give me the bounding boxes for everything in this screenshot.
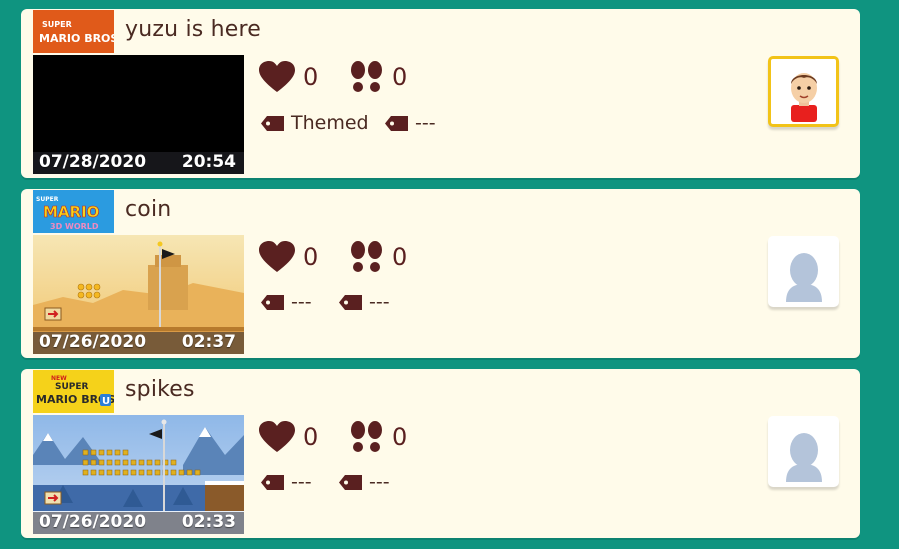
likes-count: 0	[303, 423, 319, 451]
likes-stat: 0	[259, 61, 318, 93]
game-style-logo-sm3dw: SUPER MARIO 3D WORLD	[33, 190, 114, 233]
tag-icon	[261, 115, 284, 131]
upload-time: 02:37	[181, 332, 236, 352]
course-tag-1: ---	[261, 471, 312, 493]
upload-date: 07/26/2020	[39, 512, 147, 532]
plays-stat: 0	[350, 241, 407, 273]
plays-count: 0	[392, 63, 408, 91]
course-title[interactable]: coin	[125, 197, 171, 222]
course-tag-2: ---	[339, 291, 390, 313]
course-thumbnail[interactable]: 07/26/2020 02:33	[33, 415, 244, 534]
maker-avatar[interactable]	[768, 416, 839, 487]
course-card[interactable]: NEW SUPER MARIO BROS. U spikes 07/26/202…	[21, 369, 860, 538]
tag-icon	[385, 115, 408, 131]
mii-avatar-icon	[790, 72, 817, 122]
upload-time: 02:33	[181, 512, 236, 532]
upload-date: 07/26/2020	[39, 332, 147, 352]
plays-stat: 0	[350, 61, 407, 93]
footprints-icon	[351, 241, 382, 272]
heart-icon	[259, 61, 295, 92]
heart-icon	[259, 241, 295, 272]
course-title[interactable]: spikes	[125, 377, 195, 402]
course-card[interactable]: SUPER MARIO BROS. yuzu is here 07/28/202…	[21, 9, 860, 178]
course-tag-2: ---	[339, 471, 390, 493]
svg-text:NEW: NEW	[51, 375, 67, 382]
tag-icon	[339, 474, 362, 490]
plays-count: 0	[392, 243, 408, 271]
svg-text:U: U	[102, 396, 110, 407]
course-tag-2: ---	[385, 112, 436, 134]
svg-text:SUPER: SUPER	[36, 196, 59, 203]
svg-text:MARIO BROS.: MARIO BROS.	[39, 32, 114, 45]
plays-stat: 0	[350, 421, 407, 453]
upload-date: 07/28/2020	[39, 152, 147, 172]
upload-time: 20:54	[181, 152, 236, 172]
footprints-icon	[351, 421, 382, 452]
likes-stat: 0	[259, 421, 318, 453]
svg-text:SUPER: SUPER	[55, 382, 89, 392]
tag-icon	[261, 474, 284, 490]
course-thumbnail[interactable]: 07/26/2020 02:37	[33, 235, 244, 354]
likes-count: 0	[303, 63, 319, 91]
placeholder-avatar-icon	[785, 252, 822, 302]
game-style-logo-nsmbu: NEW SUPER MARIO BROS. U	[33, 370, 114, 413]
heart-icon	[259, 421, 295, 452]
likes-stat: 0	[259, 241, 318, 273]
maker-avatar[interactable]	[768, 56, 839, 127]
maker-avatar[interactable]	[768, 236, 839, 307]
svg-text:SUPER: SUPER	[42, 20, 72, 29]
svg-text:MARIO: MARIO	[43, 203, 99, 221]
plays-count: 0	[392, 423, 408, 451]
course-tag-1: Themed	[261, 112, 369, 134]
course-tag-1: ---	[261, 291, 312, 313]
footprints-icon	[351, 61, 382, 92]
course-title[interactable]: yuzu is here	[125, 17, 261, 42]
game-style-logo-smb1: SUPER MARIO BROS.	[33, 10, 114, 53]
tag-icon	[339, 294, 362, 310]
placeholder-avatar-icon	[785, 432, 822, 482]
course-thumbnail[interactable]: 07/28/2020 20:54	[33, 55, 244, 174]
svg-text:3D WORLD: 3D WORLD	[50, 222, 99, 231]
likes-count: 0	[303, 243, 319, 271]
course-card[interactable]: SUPER MARIO 3D WORLD coin 07/26/2020 02:…	[21, 189, 860, 358]
tag-icon	[261, 294, 284, 310]
